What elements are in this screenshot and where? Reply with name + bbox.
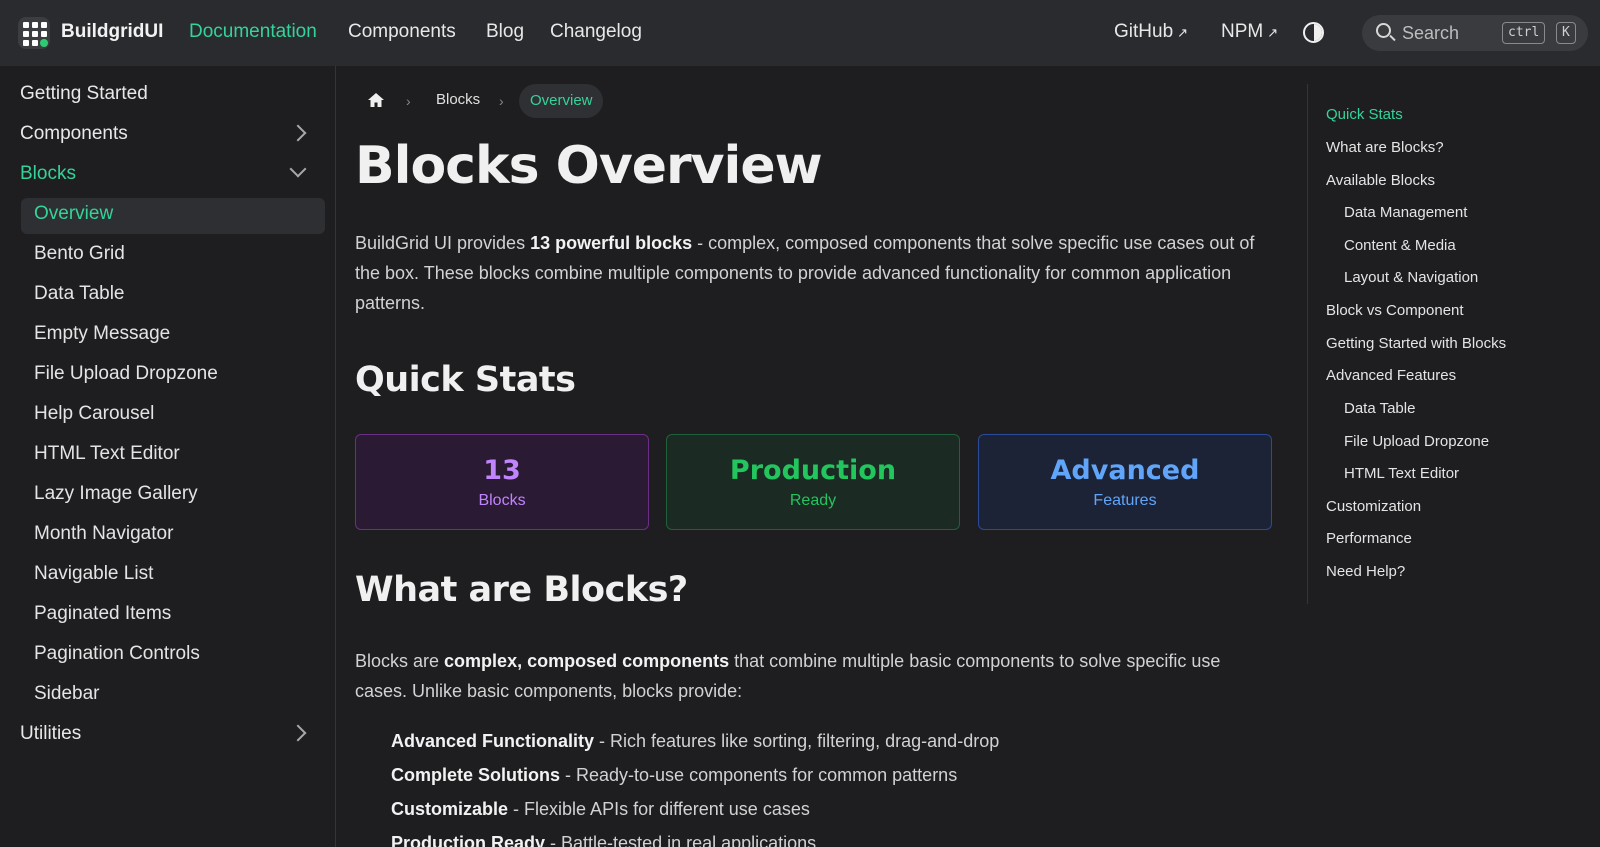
sidebar-item-blocks[interactable]: Blocks xyxy=(20,163,76,185)
intro-bold: 13 powerful blocks xyxy=(530,233,693,253)
toc-quick-stats[interactable]: Quick Stats xyxy=(1326,106,1403,123)
feature-desc: - Ready-to-use components for common pat… xyxy=(560,765,958,785)
stat-value: Production xyxy=(729,455,897,486)
sidebar-item-month-navigator[interactable]: Month Navigator xyxy=(34,523,173,545)
home-icon[interactable] xyxy=(367,91,385,109)
feature-title: Customizable xyxy=(391,799,509,819)
stat-card-blocks: 13 Blocks xyxy=(355,434,649,530)
feature-title: Production Ready xyxy=(391,833,546,847)
stat-label: Ready xyxy=(789,492,837,509)
feature-item: Complete Solutions - Ready-to-use compon… xyxy=(391,765,957,786)
feature-desc: - Battle-tested in real applications xyxy=(545,833,817,847)
theme-toggle-icon[interactable] xyxy=(1303,22,1324,43)
breadcrumb-current-label: Overview xyxy=(530,92,593,109)
intro-paragraph: BuildGrid UI provides 13 powerful blocks… xyxy=(355,228,1265,318)
sidebar-item-html-text-editor[interactable]: HTML Text Editor xyxy=(34,443,180,465)
sidebar-item-data-table[interactable]: Data Table xyxy=(34,283,125,305)
sidebar-item-navigable-list[interactable]: Navigable List xyxy=(34,563,153,585)
feature-item: Production Ready - Battle-tested in real… xyxy=(391,833,816,847)
feature-desc: - Flexible APIs for different use cases xyxy=(508,799,810,819)
brand-name[interactable]: BuildgridUI xyxy=(61,21,163,43)
sidebar-item-empty-message[interactable]: Empty Message xyxy=(34,323,170,345)
nav-changelog[interactable]: Changelog xyxy=(550,21,642,43)
toc-layout-navigation[interactable]: Layout & Navigation xyxy=(1344,269,1478,286)
sidebar-item-pagination-controls[interactable]: Pagination Controls xyxy=(34,643,200,665)
table-of-contents: Quick Stats What are Blocks? Available B… xyxy=(1307,84,1600,604)
feature-title: Complete Solutions xyxy=(391,765,561,785)
feature-item: Customizable - Flexible APIs for differe… xyxy=(391,799,810,820)
search-placeholder: Search xyxy=(1402,23,1460,43)
toc-what-are-blocks[interactable]: What are Blocks? xyxy=(1326,139,1444,156)
page-title: Blocks Overview xyxy=(355,136,823,196)
external-link-icon: ↗ xyxy=(1267,25,1279,40)
sidebar-item-getting-started[interactable]: Getting Started xyxy=(20,83,148,105)
quick-stats-heading: Quick Stats xyxy=(355,360,576,400)
toc-block-vs-component[interactable]: Block vs Component xyxy=(1326,302,1464,319)
stat-label: Features xyxy=(1093,492,1157,509)
breadcrumb-current: Overview xyxy=(519,84,603,118)
intro-text-a: BuildGrid UI provides xyxy=(355,233,531,253)
sidebar-item-utilities[interactable]: Utilities xyxy=(20,723,81,745)
breadcrumb-blocks[interactable]: Blocks xyxy=(436,91,480,108)
nav-blog[interactable]: Blog xyxy=(486,21,524,43)
stat-value: Advanced xyxy=(1050,455,1200,486)
toc-data-management[interactable]: Data Management xyxy=(1344,204,1467,221)
what-paragraph: Blocks are complex, composed components … xyxy=(355,646,1265,706)
kbd-k: K xyxy=(1556,22,1576,44)
search-box[interactable]: Search ctrl K xyxy=(1362,15,1588,51)
main-content: › Blocks › Overview Blocks Overview Buil… xyxy=(355,66,1275,847)
top-navbar: BuildgridUI Documentation Components Blo… xyxy=(0,0,1600,66)
breadcrumb-separator-icon: › xyxy=(499,93,504,109)
nav-documentation[interactable]: Documentation xyxy=(189,21,317,43)
sidebar: Getting Started Components Blocks Overvi… xyxy=(0,66,336,847)
toc-content-media[interactable]: Content & Media xyxy=(1344,237,1456,254)
github-label: GitHub xyxy=(1114,21,1174,42)
toc-need-help[interactable]: Need Help? xyxy=(1326,563,1405,580)
chevron-down-icon[interactable] xyxy=(289,160,307,178)
what-bold: complex, composed components xyxy=(444,651,730,671)
sidebar-item-paginated-items[interactable]: Paginated Items xyxy=(34,603,171,625)
sidebar-item-file-upload-dropzone[interactable]: File Upload Dropzone xyxy=(34,363,218,385)
sidebar-item-components[interactable]: Components xyxy=(20,123,128,145)
nav-components[interactable]: Components xyxy=(348,21,456,43)
kbd-ctrl: ctrl xyxy=(1502,22,1546,44)
npm-label: NPM xyxy=(1221,21,1264,42)
toc-file-upload-dropzone[interactable]: File Upload Dropzone xyxy=(1344,433,1489,450)
toc-html-text-editor[interactable]: HTML Text Editor xyxy=(1344,465,1459,482)
sidebar-item-bento-grid[interactable]: Bento Grid xyxy=(34,243,125,265)
npm-link[interactable]: NPM ↗ xyxy=(1221,21,1278,43)
logo-icon[interactable] xyxy=(18,17,50,49)
search-icon xyxy=(1376,23,1391,38)
chevron-right-icon[interactable] xyxy=(289,724,307,742)
toc-performance[interactable]: Performance xyxy=(1326,530,1412,547)
feature-desc: - Rich features like sorting, filtering,… xyxy=(594,731,1000,751)
stat-card-production: Production Ready xyxy=(666,434,960,530)
what-text-a: Blocks are xyxy=(355,651,445,671)
toc-data-table[interactable]: Data Table xyxy=(1344,400,1415,417)
sidebar-item-overview[interactable]: Overview xyxy=(34,203,113,225)
chevron-right-icon[interactable] xyxy=(289,124,307,142)
breadcrumb-separator-icon: › xyxy=(406,93,411,109)
feature-item: Advanced Functionality - Rich features l… xyxy=(391,731,999,752)
feature-title: Advanced Functionality xyxy=(391,731,595,751)
github-link[interactable]: GitHub ↗ xyxy=(1114,21,1188,43)
toc-advanced-features[interactable]: Advanced Features xyxy=(1326,367,1456,384)
sidebar-item-sidebar[interactable]: Sidebar xyxy=(34,683,100,705)
sidebar-item-lazy-image-gallery[interactable]: Lazy Image Gallery xyxy=(34,483,198,505)
stat-card-advanced: Advanced Features xyxy=(978,434,1272,530)
what-are-blocks-heading: What are Blocks? xyxy=(355,570,688,610)
sidebar-item-help-carousel[interactable]: Help Carousel xyxy=(34,403,154,425)
stat-label: Blocks xyxy=(478,492,526,509)
toc-customization[interactable]: Customization xyxy=(1326,498,1421,515)
external-link-icon: ↗ xyxy=(1177,25,1189,40)
toc-available-blocks[interactable]: Available Blocks xyxy=(1326,172,1435,189)
toc-getting-started-with-blocks[interactable]: Getting Started with Blocks xyxy=(1326,335,1506,352)
stat-value: 13 xyxy=(483,455,521,486)
